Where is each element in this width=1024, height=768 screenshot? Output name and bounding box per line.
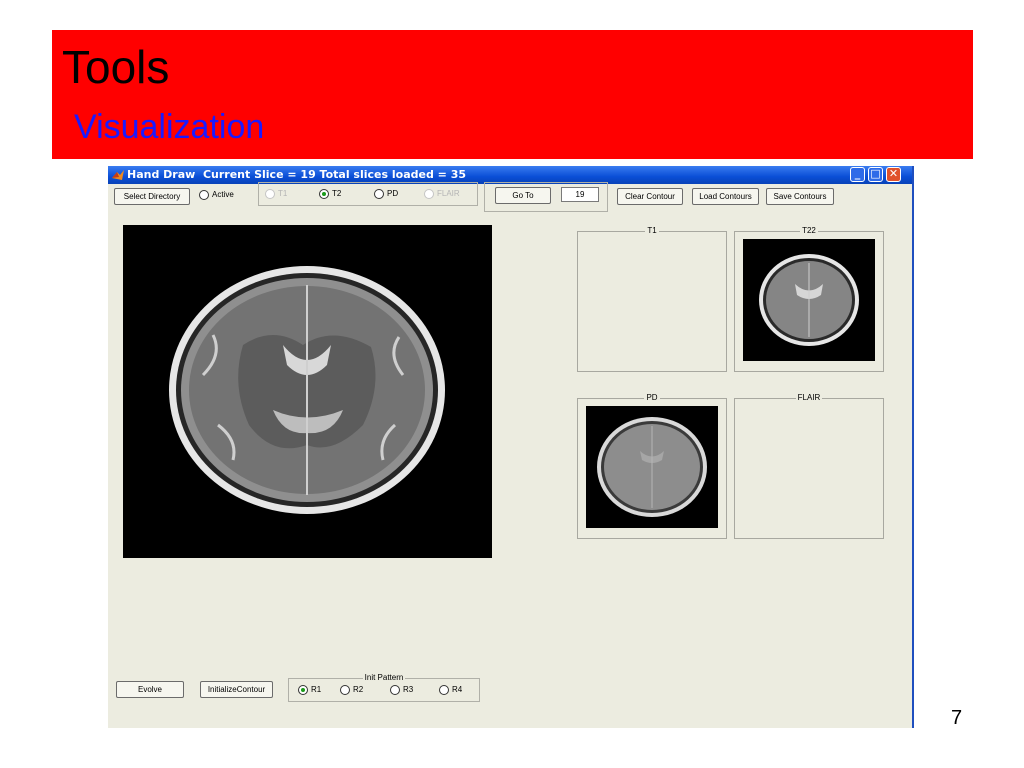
pd-thumbnail[interactable] bbox=[586, 406, 718, 528]
active-radio[interactable]: Active bbox=[199, 190, 234, 200]
minimize-icon[interactable]: _ bbox=[850, 167, 865, 182]
pattern-radio-r2[interactable]: R2 bbox=[340, 685, 363, 695]
init-pattern-label: Init Pattern bbox=[362, 673, 406, 682]
maximize-icon[interactable]: □ bbox=[868, 167, 883, 182]
modality-group: T1 T2 PD FLAIR bbox=[258, 182, 478, 206]
pattern-radio-r3[interactable]: R3 bbox=[390, 685, 413, 695]
modality-radio-pd[interactable]: PD bbox=[374, 189, 398, 199]
flair-panel-label: FLAIR bbox=[795, 393, 823, 402]
save-contours-button[interactable]: Save Contours bbox=[766, 188, 834, 205]
pattern-radio-r1[interactable]: R1 bbox=[298, 685, 321, 695]
init-pattern-group: Init Pattern R1 R2 R3 R4 bbox=[288, 673, 480, 702]
t1-panel-label: T1 bbox=[645, 226, 659, 235]
clear-contour-button[interactable]: Clear Contour bbox=[617, 188, 683, 205]
load-contours-button[interactable]: Load Contours bbox=[692, 188, 759, 205]
goto-button[interactable]: Go To bbox=[495, 187, 551, 204]
matlab-icon bbox=[112, 170, 124, 180]
modality-radio-t2[interactable]: T2 bbox=[319, 189, 341, 199]
window-title: Hand Draw Current Slice = 19 Total slice… bbox=[127, 168, 467, 181]
app-window: Hand Draw Current Slice = 19 Total slice… bbox=[108, 166, 914, 728]
initialize-contour-button[interactable]: InitializeContour bbox=[200, 681, 273, 698]
select-directory-button[interactable]: Select Directory bbox=[114, 188, 190, 205]
title-banner: Tools Visualization bbox=[52, 30, 973, 159]
slice-number-input[interactable]: 19 bbox=[561, 187, 599, 202]
brain-mri-image bbox=[169, 266, 445, 514]
t2-panel: T22 bbox=[734, 226, 884, 372]
slide-subtitle: Visualization bbox=[74, 108, 265, 146]
modality-radio-flair[interactable]: FLAIR bbox=[424, 189, 460, 199]
flair-panel: FLAIR bbox=[734, 393, 884, 539]
t2-panel-label: T22 bbox=[800, 226, 818, 235]
page-number: 7 bbox=[951, 707, 963, 729]
pd-panel-label: PD bbox=[644, 393, 660, 402]
active-radio-label: Active bbox=[212, 190, 234, 200]
evolve-button[interactable]: Evolve bbox=[116, 681, 184, 698]
goto-group: Go To 19 bbox=[484, 182, 608, 212]
modality-radio-t1[interactable]: T1 bbox=[265, 189, 287, 199]
t2-thumbnail[interactable] bbox=[743, 239, 875, 361]
main-slice-view[interactable] bbox=[123, 225, 492, 558]
close-icon[interactable]: ✕ bbox=[886, 167, 901, 182]
pd-panel: PD bbox=[577, 393, 727, 539]
slide-title: Tools bbox=[62, 41, 170, 93]
pattern-radio-r4[interactable]: R4 bbox=[439, 685, 462, 695]
t1-panel: T1 bbox=[577, 226, 727, 372]
